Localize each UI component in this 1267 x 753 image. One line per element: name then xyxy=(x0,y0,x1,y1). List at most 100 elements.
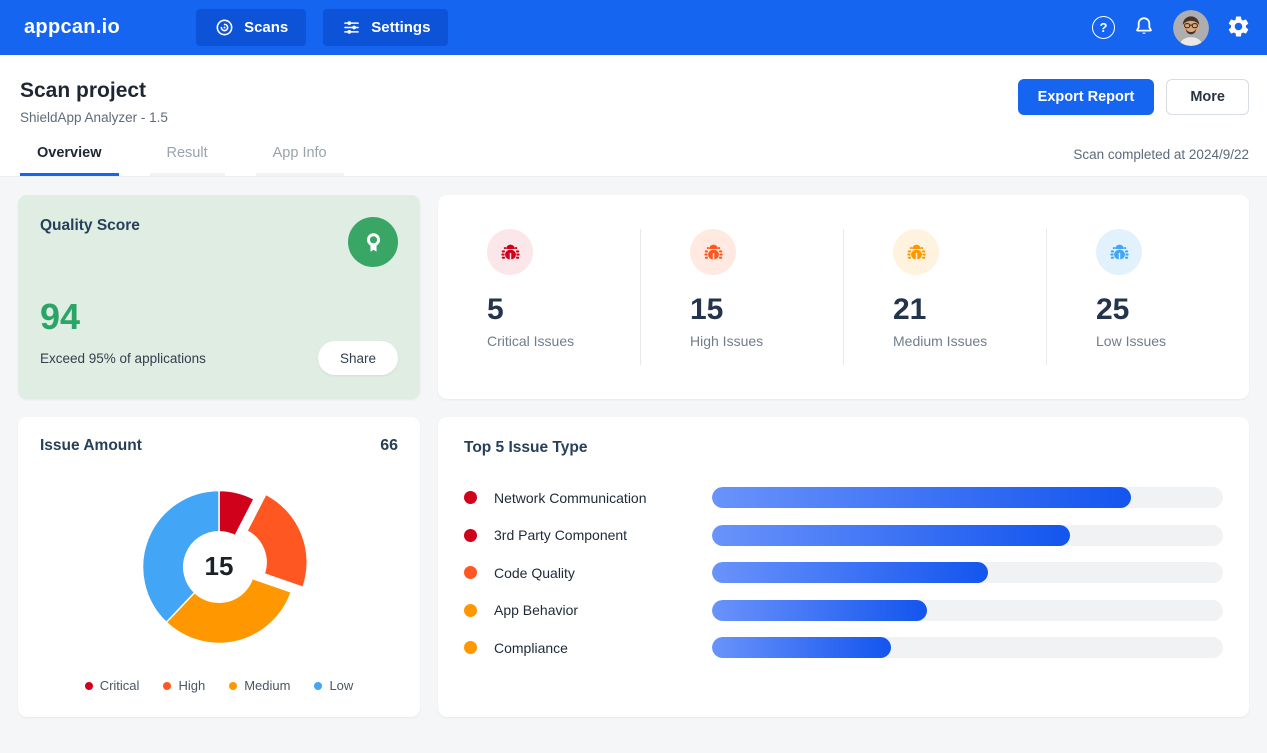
high-issues-label: High Issues xyxy=(690,333,843,349)
scan-completed-status: Scan completed at 2024/9/22 xyxy=(1073,147,1249,176)
medium-issues-label: Medium Issues xyxy=(893,333,1046,349)
more-button[interactable]: More xyxy=(1166,79,1249,115)
type-label: Code Quality xyxy=(494,565,712,581)
top-issue-type-card: Top 5 Issue Type Network Communication 3… xyxy=(438,417,1249,717)
legend-dot-critical xyxy=(85,682,93,690)
issue-type-list: Network Communication 3rd Party Componen… xyxy=(464,487,1223,658)
page-header: Scan project ShieldApp Analyzer - 1.5 Ex… xyxy=(0,55,1267,125)
type-dot xyxy=(464,566,477,579)
page-subtitle: ShieldApp Analyzer - 1.5 xyxy=(20,110,168,125)
gear-icon xyxy=(1226,14,1251,42)
bug-icon-medium xyxy=(893,229,939,275)
bar-track xyxy=(712,562,1223,583)
legend-dot-low xyxy=(314,682,322,690)
bug-icon-critical xyxy=(487,229,533,275)
quality-bottom-row: Exceed 95% of applications Share xyxy=(40,341,398,375)
quality-score-description: Exceed 95% of applications xyxy=(40,351,206,366)
donut-center-value: 15 xyxy=(205,551,234,582)
scan-icon xyxy=(214,17,235,38)
legend-label-low: Low xyxy=(329,678,353,693)
donut-chart: 15 xyxy=(40,455,398,678)
issue-amount-title: Issue Amount xyxy=(40,437,142,455)
tab-app-info[interactable]: App Info xyxy=(256,139,344,176)
legend-label-medium: Medium xyxy=(244,678,290,693)
stat-low-issues: 25 Low Issues xyxy=(1046,229,1249,365)
donut-legend: Critical High Medium Low xyxy=(40,678,398,699)
bug-icon-high xyxy=(690,229,736,275)
legend-label-high: High xyxy=(178,678,205,693)
bar-fill xyxy=(712,562,988,583)
legend-dot-medium xyxy=(229,682,237,690)
critical-issues-count: 5 xyxy=(487,292,640,328)
nav-scans-button[interactable]: Scans xyxy=(196,9,306,46)
bell-icon xyxy=(1132,14,1156,41)
avatar-photo xyxy=(1173,10,1209,46)
legend-item-medium[interactable]: Medium xyxy=(229,678,290,693)
low-issues-count: 25 xyxy=(1096,292,1249,328)
legend-item-low[interactable]: Low xyxy=(314,678,353,693)
type-dot xyxy=(464,604,477,617)
issue-type-row-compliance: Compliance xyxy=(464,637,1223,658)
issue-type-row-3rd-party-component: 3rd Party Component xyxy=(464,525,1223,546)
issue-type-row-network-communication: Network Communication xyxy=(464,487,1223,508)
bar-fill xyxy=(712,487,1131,508)
nav-settings-label: Settings xyxy=(371,19,430,36)
nav-scans-label: Scans xyxy=(244,19,288,36)
topbar: appcan.io Scans xyxy=(0,0,1267,55)
page-title: Scan project xyxy=(20,79,168,103)
issue-amount-header: Issue Amount 66 xyxy=(40,437,398,455)
critical-issues-label: Critical Issues xyxy=(487,333,640,349)
page-title-block: Scan project ShieldApp Analyzer - 1.5 xyxy=(20,79,168,125)
tab-result[interactable]: Result xyxy=(150,139,225,176)
bar-fill xyxy=(712,600,927,621)
tab-overview[interactable]: Overview xyxy=(20,139,119,176)
bar-track xyxy=(712,600,1223,621)
high-issues-count: 15 xyxy=(690,292,843,328)
bar-fill xyxy=(712,637,891,658)
type-label: App Behavior xyxy=(494,602,712,618)
top-issue-type-title: Top 5 Issue Type xyxy=(464,439,1223,457)
top-navigation: Scans Settings xyxy=(196,9,448,46)
issue-amount-total: 66 xyxy=(380,437,398,455)
quality-score-card: Quality Score 94 Exceed 95% of applicati… xyxy=(18,195,420,399)
bug-icon-low xyxy=(1096,229,1142,275)
issue-stats-card: 5 Critical Issues 15 High Issues xyxy=(438,195,1249,399)
settings-gear-button[interactable] xyxy=(1226,14,1251,42)
legend-dot-high xyxy=(163,682,171,690)
stat-critical-issues: 5 Critical Issues xyxy=(438,229,640,365)
notifications-button[interactable] xyxy=(1132,14,1156,41)
nav-settings-button[interactable]: Settings xyxy=(323,9,448,46)
stat-medium-issues: 21 Medium Issues xyxy=(843,229,1046,365)
issue-type-row-code-quality: Code Quality xyxy=(464,562,1223,583)
bar-track xyxy=(712,525,1223,546)
legend-item-high[interactable]: High xyxy=(163,678,205,693)
donut-slice-high[interactable] xyxy=(247,494,307,587)
bar-track xyxy=(712,487,1223,508)
legend-item-critical[interactable]: Critical xyxy=(85,678,140,693)
tab-strip: Overview Result App Info Scan completed … xyxy=(0,125,1267,177)
help-button[interactable]: ? xyxy=(1092,16,1115,39)
share-button[interactable]: Share xyxy=(318,341,398,375)
low-issues-label: Low Issues xyxy=(1096,333,1249,349)
type-dot xyxy=(464,491,477,504)
type-dot xyxy=(464,529,477,542)
issue-type-row-app-behavior: App Behavior xyxy=(464,600,1223,621)
quality-score-title: Quality Score xyxy=(40,217,398,235)
header-actions: Export Report More xyxy=(1018,79,1249,115)
user-avatar[interactable] xyxy=(1173,10,1209,46)
quality-score-value: 94 xyxy=(40,297,398,337)
bar-track xyxy=(712,637,1223,658)
legend-label-critical: Critical xyxy=(100,678,140,693)
app-logo[interactable]: appcan.io xyxy=(24,16,120,39)
bar-fill xyxy=(712,525,1070,546)
help-icon: ? xyxy=(1092,16,1115,39)
type-label: Compliance xyxy=(494,640,712,656)
stat-high-issues: 15 High Issues xyxy=(640,229,843,365)
type-label: Network Communication xyxy=(494,490,712,506)
type-dot xyxy=(464,641,477,654)
export-report-button[interactable]: Export Report xyxy=(1018,79,1155,115)
medium-issues-count: 21 xyxy=(893,292,1046,328)
medal-icon xyxy=(348,217,398,267)
topbar-right: ? xyxy=(1092,10,1251,46)
sliders-icon xyxy=(341,17,362,38)
